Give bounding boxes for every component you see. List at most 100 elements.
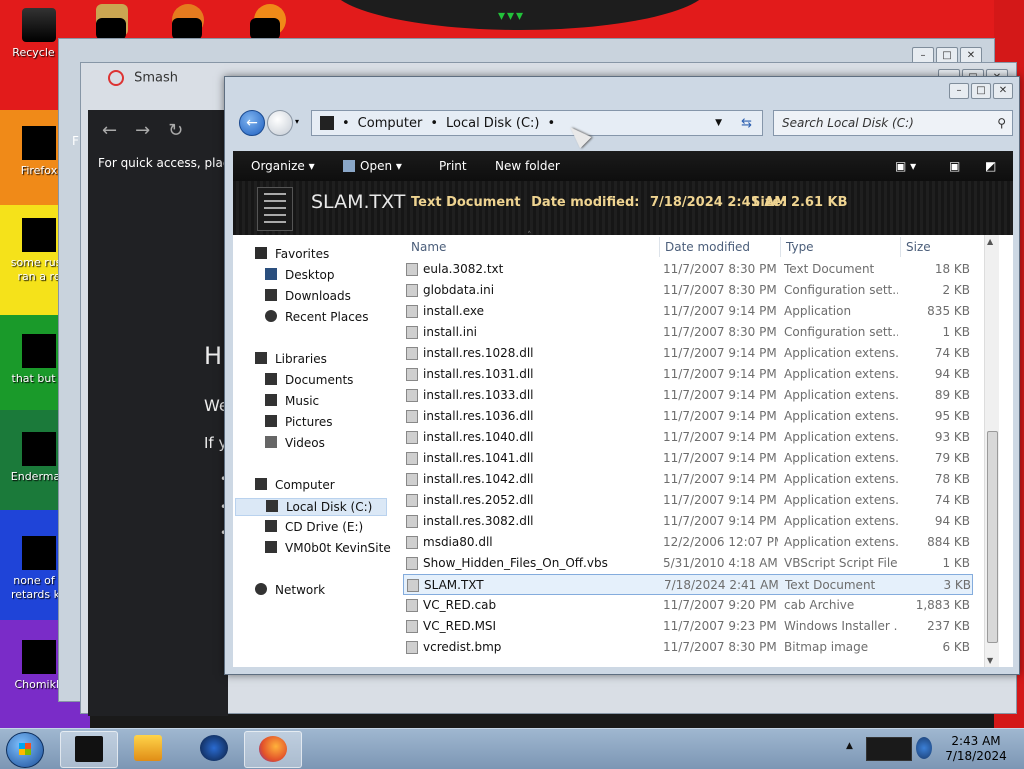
- scroll-up-icon[interactable]: ▲: [987, 237, 993, 246]
- show-hidden-icons-icon[interactable]: ▲: [846, 741, 853, 751]
- nav-local-disk[interactable]: Local Disk (C:): [235, 498, 387, 516]
- refresh-icon[interactable]: ⇆: [741, 116, 752, 131]
- file-row[interactable]: install.res.1042.dll 11/7/2007 9:14 PM App…: [403, 469, 973, 490]
- file-type: Text Document: [784, 262, 875, 276]
- nav-libraries[interactable]: Libraries: [255, 352, 327, 366]
- file-row[interactable]: VC_RED.MSI 11/7/2007 9:23 PM Windows Insta…: [403, 616, 973, 637]
- file-size: 6 KB: [942, 640, 970, 654]
- nav-computer[interactable]: Computer: [255, 478, 335, 492]
- text-document-icon: [257, 187, 293, 231]
- details-size-value: 2.61 KB: [790, 195, 848, 210]
- file-row[interactable]: install.res.1040.dll 11/7/2007 9:14 PM App…: [403, 427, 973, 448]
- file-row[interactable]: SLAM.TXT 7/18/2024 2:41 AM Text Document 3 …: [403, 574, 973, 595]
- nav-cd-drive[interactable]: CD Drive (E:): [265, 520, 363, 534]
- breadcrumb-local-disk[interactable]: Local Disk (C:): [446, 116, 539, 131]
- maximize-button[interactable]: □: [971, 83, 991, 99]
- file-row[interactable]: install.res.1033.dll 11/7/2007 9:14 PM App…: [403, 385, 973, 406]
- open-button[interactable]: Open ▾: [343, 159, 402, 173]
- taskbar-firefox[interactable]: [244, 731, 302, 768]
- explorer-window[interactable]: – □ ✕ ← ▾ • Computer • Local Disk (C:) •…: [224, 76, 1020, 675]
- minimize-button[interactable]: –: [949, 83, 969, 99]
- column-label: Name: [411, 240, 447, 254]
- column-header-name[interactable]: Name: [411, 235, 661, 259]
- computer-icon: [320, 116, 334, 130]
- taskbar-explorer[interactable]: [60, 731, 118, 768]
- search-icon[interactable]: ⚲: [997, 111, 1006, 135]
- nav-label: Libraries: [275, 352, 327, 366]
- organize-button[interactable]: Organize ▾: [251, 159, 315, 173]
- new-folder-button[interactable]: New folder: [495, 159, 560, 173]
- nav-videos[interactable]: Videos: [265, 436, 325, 450]
- file-row[interactable]: globdata.ini 11/7/2007 8:30 PM Configurati…: [403, 280, 973, 301]
- column-header-type[interactable]: Type: [780, 235, 896, 259]
- file-icon: [406, 473, 418, 486]
- nav-recent-places[interactable]: Recent Places: [265, 310, 368, 324]
- taskbar-globe-app[interactable]: [186, 731, 242, 766]
- scroll-down-icon[interactable]: ▼: [987, 656, 993, 665]
- file-row[interactable]: install.exe 11/7/2007 9:14 PM Application 8…: [403, 301, 973, 322]
- file-row[interactable]: install.res.3082.dll 11/7/2007 9:14 PM App…: [403, 511, 973, 532]
- nav-label: Pictures: [285, 415, 333, 429]
- search-placeholder: Search Local Disk (C:): [782, 116, 914, 130]
- nav-music[interactable]: Music: [265, 394, 319, 408]
- help-icon[interactable]: ◩: [985, 159, 996, 173]
- nav-downloads[interactable]: Downloads: [265, 289, 351, 303]
- firefox-icon: [22, 126, 56, 160]
- window-caption-buttons: – □ ✕: [949, 83, 1013, 99]
- column-header-date[interactable]: Date modified: [659, 235, 785, 259]
- nav-desktop[interactable]: Desktop: [265, 268, 335, 282]
- file-row[interactable]: install.res.1036.dll 11/7/2007 9:14 PM App…: [403, 406, 973, 427]
- file-name: install.res.1031.dll: [423, 367, 534, 381]
- file-icon: [406, 368, 418, 381]
- file-list: ˄ Name Date modified Type Size eula.3082…: [403, 231, 1001, 667]
- file-date: 11/7/2007 8:30 PM: [663, 325, 777, 339]
- details-size: Size: 2.61 KB: [751, 195, 848, 210]
- file-size: 93 KB: [934, 430, 970, 444]
- network-status-icon[interactable]: [916, 737, 932, 759]
- file-name: Show_Hidden_Files_On_Off.vbs: [423, 556, 608, 570]
- nav-favorites[interactable]: Favorites: [255, 247, 329, 261]
- file-size: 1 KB: [942, 556, 970, 570]
- nav-documents[interactable]: Documents: [265, 373, 353, 387]
- file-row[interactable]: install.res.1031.dll 11/7/2007 9:14 PM App…: [403, 364, 973, 385]
- nav-network[interactable]: Network: [255, 583, 325, 597]
- browser-nav-buttons[interactable]: ←→↻: [102, 120, 201, 141]
- address-bar[interactable]: • Computer • Local Disk (C:) • ▼ ⇆: [311, 110, 763, 136]
- file-row[interactable]: install.res.1041.dll 11/7/2007 9:14 PM App…: [403, 448, 973, 469]
- tray-app-icon[interactable]: [866, 737, 912, 761]
- address-row: ← ▾ • Computer • Local Disk (C:) • ▼ ⇆ S…: [233, 105, 1013, 139]
- file-icon: [406, 347, 418, 360]
- breadcrumb-computer[interactable]: Computer: [358, 116, 423, 131]
- forward-button[interactable]: [267, 110, 293, 136]
- file-row[interactable]: eula.3082.txt 11/7/2007 8:30 PM Text Docum…: [403, 259, 973, 280]
- start-button[interactable]: [6, 732, 44, 768]
- nav-label: Music: [285, 394, 320, 408]
- file-row[interactable]: install.res.2052.dll 11/7/2007 9:14 PM App…: [403, 490, 973, 511]
- preview-pane-icon[interactable]: ▣: [949, 159, 960, 173]
- file-type: Application extens...: [784, 535, 898, 549]
- clock[interactable]: 2:43 AM 7/18/2024: [936, 734, 1016, 764]
- file-size: 89 KB: [934, 388, 970, 402]
- column-header-size[interactable]: Size: [900, 235, 976, 259]
- file-row[interactable]: install.ini 11/7/2007 8:30 PM Configuratio…: [403, 322, 973, 343]
- file-row[interactable]: Show_Hidden_Files_On_Off.vbs 5/31/2010 4:…: [403, 553, 973, 574]
- file-icon: [406, 410, 418, 423]
- file-row[interactable]: vcredist.bmp 11/7/2007 8:30 PM Bitmap imag…: [403, 637, 973, 658]
- search-input[interactable]: Search Local Disk (C:) ⚲: [773, 110, 1013, 136]
- address-dropdown-icon[interactable]: ▼: [715, 118, 722, 128]
- change-view-icon[interactable]: ▣ ▾: [895, 159, 916, 173]
- nav-pictures[interactable]: Pictures: [265, 415, 333, 429]
- taskbar-media-player[interactable]: [120, 731, 176, 766]
- file-row[interactable]: install.res.1028.dll 11/7/2007 9:14 PM App…: [403, 343, 973, 364]
- back-button[interactable]: ←: [239, 110, 265, 136]
- vertical-scrollbar[interactable]: ▲ ▼: [984, 235, 999, 667]
- print-button[interactable]: Print: [439, 159, 467, 173]
- details-meta: Text Document Date modified: 7/18/2024 2…: [411, 195, 793, 210]
- recent-pages-arrow-icon[interactable]: ▾: [295, 117, 299, 126]
- file-row[interactable]: VC_RED.cab 11/7/2007 9:20 PM cab Archive 1,…: [403, 595, 973, 616]
- close-button[interactable]: ✕: [993, 83, 1013, 99]
- file-name: install.res.1033.dll: [423, 388, 534, 402]
- scrollbar-thumb[interactable]: [987, 431, 998, 643]
- file-row[interactable]: msdia80.dll 12/2/2006 12:07 PM Application…: [403, 532, 973, 553]
- nav-vm-share[interactable]: VM0b0t KevinSite: [265, 541, 391, 555]
